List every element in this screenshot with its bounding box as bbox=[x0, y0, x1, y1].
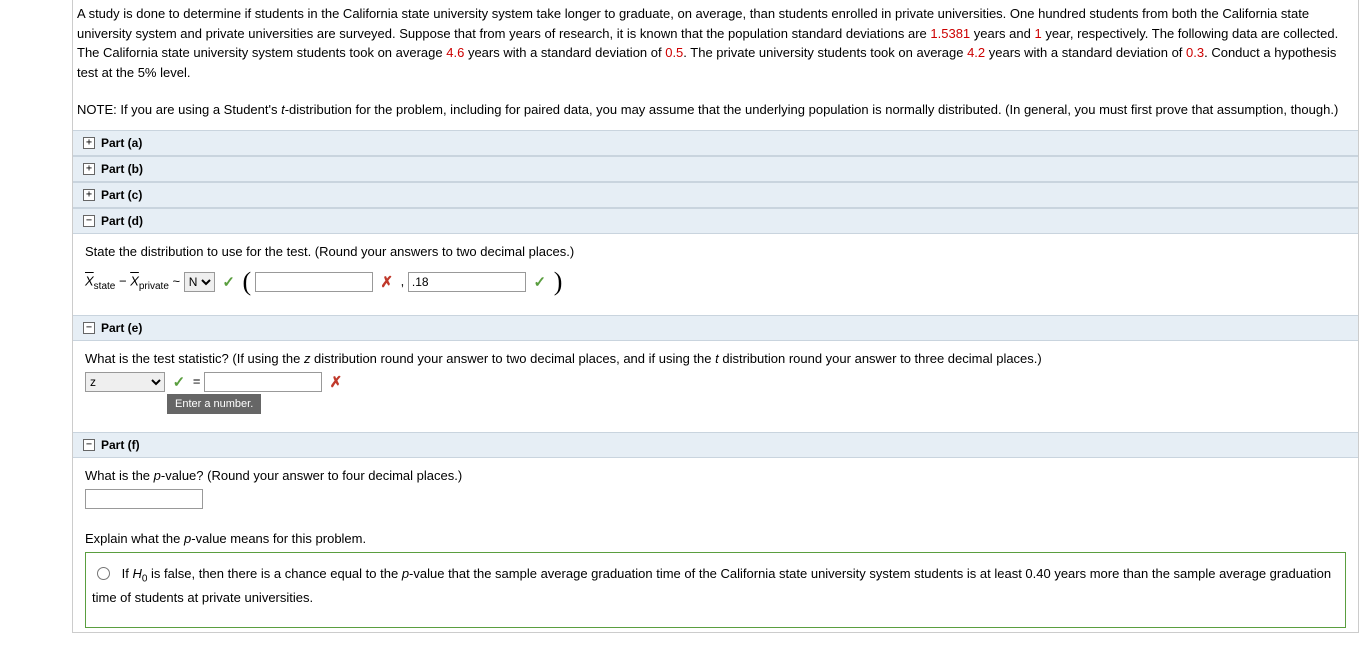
problem-text-6: years with a standard deviation of bbox=[985, 45, 1186, 60]
problem-text-4: years with a standard deviation of bbox=[464, 45, 665, 60]
left-paren-icon: ( bbox=[243, 267, 252, 296]
part-f-label: Part (f) bbox=[101, 438, 140, 452]
problem-statement: A study is done to determine if students… bbox=[73, 0, 1358, 130]
part-a-header[interactable]: + Part (a) bbox=[73, 130, 1358, 156]
p-value-option-1[interactable]: If H0 is false, then there is a chance e… bbox=[92, 563, 1339, 610]
problem-val-6: 0.3 bbox=[1186, 45, 1204, 60]
check-icon: ✓ bbox=[534, 274, 547, 291]
opt1-b: is false, then there is a chance equal t… bbox=[147, 566, 401, 581]
problem-val-3: 4.6 bbox=[446, 45, 464, 60]
part-f-header[interactable]: −Part (f) bbox=[73, 432, 1358, 458]
part-c-label: Part (c) bbox=[101, 188, 142, 202]
opt1-H: H bbox=[132, 566, 141, 581]
radio-option-1[interactable] bbox=[97, 567, 110, 580]
sub-private: private bbox=[139, 281, 169, 292]
tilde: ~ bbox=[169, 273, 184, 288]
problem-val-4: 0.5 bbox=[665, 45, 683, 60]
check-icon: ✓ bbox=[173, 374, 186, 391]
xbar-private: X bbox=[130, 273, 139, 288]
part-c-header[interactable]: + Part (c) bbox=[73, 182, 1358, 208]
cross-icon: ✗ bbox=[330, 374, 343, 391]
sd-input[interactable] bbox=[408, 272, 526, 292]
note-prefix: NOTE: If you are using a Student's bbox=[77, 102, 281, 117]
problem-text-5: . The private university students took o… bbox=[683, 45, 967, 60]
part-b-header[interactable]: + Part (b) bbox=[73, 156, 1358, 182]
tooltip-enter-number: Enter a number. bbox=[167, 394, 261, 414]
problem-text-2: years and bbox=[970, 26, 1034, 41]
note-rest: -distribution for the problem, including… bbox=[285, 102, 1339, 117]
part-e-label: Part (e) bbox=[101, 321, 142, 335]
part-d-header[interactable]: −Part (d) bbox=[73, 208, 1358, 234]
part-e-prompt-1: What is the test statistic? (If using th… bbox=[85, 351, 304, 366]
problem-note: NOTE: If you are using a Student's t-dis… bbox=[77, 100, 1354, 120]
collapse-icon: − bbox=[83, 439, 95, 451]
opt1-a: If bbox=[122, 566, 133, 581]
part-b-label: Part (b) bbox=[101, 162, 143, 176]
expand-icon: + bbox=[83, 163, 95, 175]
p-value-input[interactable] bbox=[85, 489, 203, 509]
p-value-options: If H0 is false, then there is a chance e… bbox=[85, 552, 1346, 629]
part-f-explain-2: -value means for this problem. bbox=[191, 531, 366, 546]
mean-input[interactable] bbox=[255, 272, 373, 292]
expand-icon: + bbox=[83, 189, 95, 201]
p-italic: p bbox=[154, 468, 161, 483]
xbar-state: X bbox=[85, 273, 94, 288]
part-d-label: Part (d) bbox=[101, 214, 143, 228]
problem-val-5: 4.2 bbox=[967, 45, 985, 60]
opt1-p: p bbox=[402, 566, 409, 581]
check-icon: ✓ bbox=[222, 274, 235, 291]
collapse-icon: − bbox=[83, 215, 95, 227]
part-f-explain-1: Explain what the bbox=[85, 531, 184, 546]
part-e-prompt-2: distribution round your answer to two de… bbox=[310, 351, 715, 366]
distribution-select[interactable]: N bbox=[184, 272, 215, 292]
test-statistic-input[interactable] bbox=[204, 372, 322, 392]
cross-icon: ✗ bbox=[380, 274, 393, 291]
part-f-body: What is the p-value? (Round your answer … bbox=[73, 458, 1358, 633]
comma: , bbox=[401, 273, 408, 288]
minus-sign: − bbox=[115, 273, 130, 288]
sub-state: state bbox=[94, 281, 116, 292]
part-d-prompt: State the distribution to use for the te… bbox=[85, 244, 1346, 259]
part-e-body: What is the test statistic? (If using th… bbox=[73, 341, 1358, 432]
right-paren-icon: ) bbox=[554, 267, 563, 296]
equals-sign: = bbox=[193, 373, 204, 388]
problem-val-1: 1.5381 bbox=[930, 26, 970, 41]
part-e-prompt-3: distribution round your answer to three … bbox=[719, 351, 1042, 366]
part-f-prompt-2: -value? (Round your answer to four decim… bbox=[161, 468, 462, 483]
part-a-label: Part (a) bbox=[101, 136, 142, 150]
stat-type-select[interactable]: z bbox=[85, 372, 165, 392]
part-d-body: State the distribution to use for the te… bbox=[73, 234, 1358, 315]
part-f-prompt-1: What is the bbox=[85, 468, 154, 483]
part-e-header[interactable]: −Part (e) bbox=[73, 315, 1358, 341]
problem-val-2: 1 bbox=[1034, 26, 1041, 41]
expand-icon: + bbox=[83, 137, 95, 149]
collapse-icon: − bbox=[83, 322, 95, 334]
